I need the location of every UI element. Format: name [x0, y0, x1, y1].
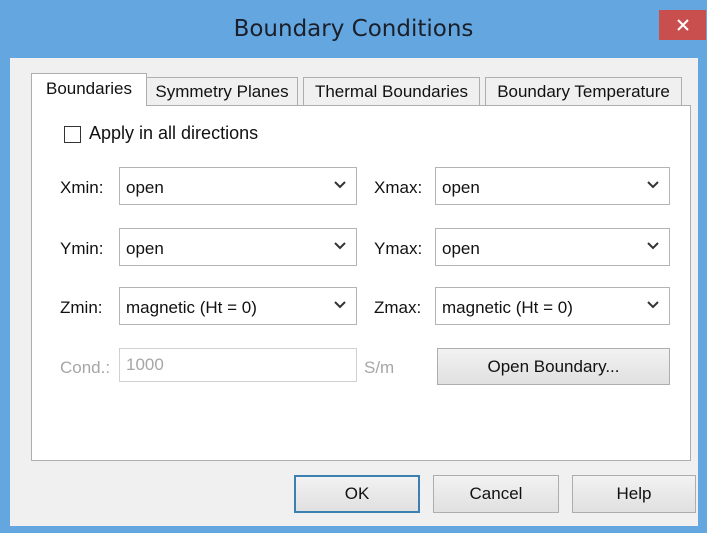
- zmin-label: Zmin:: [60, 298, 103, 317]
- tab-boundary-temperature[interactable]: Boundary Temperature: [485, 77, 682, 105]
- tab-symmetry-planes[interactable]: Symmetry Planes: [146, 77, 298, 105]
- chevron-down-icon: [647, 181, 659, 189]
- dialog-window: Boundary Conditions Boundaries Symmetry …: [0, 0, 707, 533]
- chevron-down-icon: [334, 301, 346, 309]
- open-boundary-button[interactable]: Open Boundary...: [437, 348, 670, 385]
- xmin-select[interactable]: open: [119, 167, 357, 205]
- apply-all-checkbox[interactable]: [64, 126, 81, 143]
- cond-unit: S/m: [364, 358, 395, 377]
- zmax-value: magnetic (Ht = 0): [442, 298, 573, 317]
- chevron-down-icon: [647, 301, 659, 309]
- tab-boundaries[interactable]: Boundaries: [31, 73, 147, 106]
- chevron-down-icon: [647, 242, 659, 250]
- xmax-value: open: [442, 178, 480, 197]
- tab-thermal-boundaries[interactable]: Thermal Boundaries: [303, 77, 480, 105]
- ymin-label: Ymin:: [60, 239, 104, 258]
- zmax-select[interactable]: magnetic (Ht = 0): [435, 287, 670, 325]
- chevron-down-icon: [334, 242, 346, 250]
- xmax-label: Xmax:: [374, 178, 423, 197]
- close-button[interactable]: [659, 10, 706, 40]
- ymin-value: open: [126, 239, 164, 258]
- window-title: Boundary Conditions: [233, 16, 474, 42]
- zmin-select[interactable]: magnetic (Ht = 0): [119, 287, 357, 325]
- dialog-client-area: Boundaries Symmetry Planes Thermal Bound…: [10, 58, 698, 526]
- chevron-down-icon: [334, 181, 346, 189]
- ok-button[interactable]: OK: [294, 475, 420, 513]
- zmax-label: Zmax:: [374, 298, 422, 317]
- ymin-select[interactable]: open: [119, 228, 357, 266]
- xmin-value: open: [126, 178, 164, 197]
- cancel-button[interactable]: Cancel: [433, 475, 559, 513]
- close-icon: [676, 19, 689, 31]
- apply-all-label[interactable]: Apply in all directions: [89, 123, 258, 144]
- zmin-value: magnetic (Ht = 0): [126, 298, 257, 317]
- cond-value: 1000: [126, 355, 164, 374]
- cond-input: 1000: [119, 348, 357, 382]
- help-button[interactable]: Help: [572, 475, 696, 513]
- cond-label: Cond.:: [60, 358, 111, 377]
- boundaries-panel: Apply in all directions Xmin: open Xmax:…: [31, 105, 691, 461]
- title-bar[interactable]: Boundary Conditions: [0, 0, 707, 58]
- xmax-select[interactable]: open: [435, 167, 670, 205]
- ymax-value: open: [442, 239, 480, 258]
- ymax-select[interactable]: open: [435, 228, 670, 266]
- xmin-label: Xmin:: [60, 178, 104, 197]
- ymax-label: Ymax:: [374, 239, 423, 258]
